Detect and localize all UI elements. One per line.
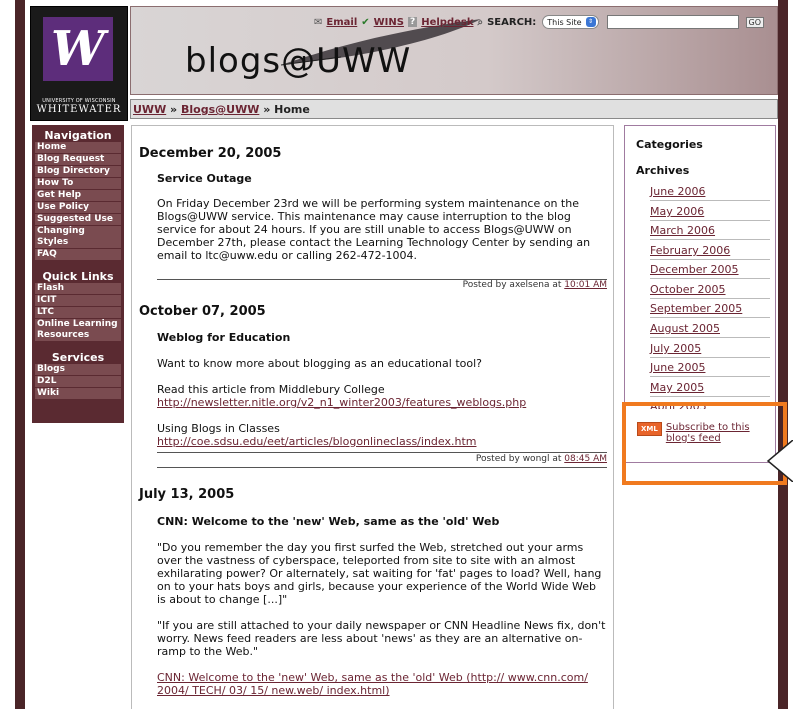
archive-link[interactable]: June 2006 [650, 185, 770, 201]
search-scope-value: This Site [547, 17, 582, 27]
site-header: blogs@UWW ✉ Email ✔ WINS ? Helpdesk ⌕ SE… [130, 6, 778, 95]
archive-link[interactable]: June 2005 [650, 361, 770, 377]
article-link[interactable]: http://newsletter.nitle.org/v2_n1_winter… [157, 396, 526, 409]
nav-item-changing-styles[interactable]: Changing Styles [35, 226, 121, 248]
nav-item-online-learning-resources[interactable]: Online Learning Resources [35, 319, 121, 341]
nav-item-d2l[interactable]: D2L [35, 376, 121, 387]
post-divider [157, 452, 607, 453]
archive-link[interactable]: May 2005 [650, 381, 770, 397]
chevron-updown-icon: ⇕ [585, 17, 596, 27]
breadcrumb-sep: » [263, 103, 271, 116]
archive-link[interactable]: February 2006 [650, 244, 770, 260]
breadcrumb-sep: » [170, 103, 178, 116]
nav-item-ltc[interactable]: LTC [35, 307, 121, 318]
callout-arrow-icon [766, 440, 793, 482]
email-icon: ✉ [314, 16, 323, 28]
nav-heading-navigation: Navigation [44, 129, 112, 142]
nav-heading-quick-links: Quick Links [42, 270, 114, 283]
post-link: CNN: Welcome to the 'new' Web, same as t… [157, 671, 607, 697]
search-scope-select[interactable]: This Site ⇕ [542, 15, 599, 29]
wins-link[interactable]: WINS [374, 17, 404, 28]
post-link: http://coe.sdsu.edu/eet/articles/blogonl… [157, 435, 607, 448]
post-title: CNN: Welcome to the 'new' Web, same as t… [157, 515, 500, 528]
archive-link[interactable]: March 2006 [650, 224, 770, 240]
post-permalink[interactable]: 08:45 AM [564, 454, 607, 464]
archives-heading: Archives [636, 164, 690, 177]
nav-item-flash[interactable]: Flash [35, 283, 121, 294]
nav-item-blog-directory[interactable]: Blog Directory [35, 166, 121, 177]
nav-item-blog-request[interactable]: Blog Request [35, 154, 121, 165]
post-byline-text: Posted by wongl at [475, 454, 562, 464]
post-byline-text: Posted by axelsena at [462, 280, 562, 290]
categories-heading: Categories [636, 138, 703, 151]
archive-link[interactable]: December 2005 [650, 263, 770, 279]
post-date: December 20, 2005 [139, 146, 282, 161]
breadcrumb-current: Home [274, 103, 310, 116]
logo-whitewater: WHITEWATER [36, 104, 122, 115]
right-border-strip [778, 0, 788, 709]
nav-item-blogs[interactable]: Blogs [35, 364, 121, 375]
post-title: Weblog for Education [157, 331, 291, 344]
breadcrumb-uww[interactable]: UWW [133, 103, 166, 116]
nav-item-home[interactable]: Home [35, 142, 121, 153]
nav-item-suggested-use[interactable]: Suggested Use [35, 214, 121, 225]
brand-title[interactable]: blogs@UWW [185, 41, 411, 81]
highlight-callout-box [622, 402, 787, 485]
main-content: December 20, 2005 Service Outage On Frid… [131, 125, 614, 709]
search-icon: ⌕ [477, 16, 484, 28]
post-date: July 13, 2005 [139, 487, 235, 502]
post-body: Want to know more about blogging as an e… [157, 357, 482, 370]
page: W UNIVERSITY OF WISCONSIN WHITEWATER blo… [25, 0, 778, 709]
archive-link[interactable]: July 2005 [650, 342, 770, 358]
nav-item-use-policy[interactable]: Use Policy [35, 202, 121, 213]
post-body: "If you are still attached to your daily… [157, 619, 606, 658]
header-toolbar: ✉ Email ✔ WINS ? Helpdesk ⌕ SEARCH: This… [314, 15, 765, 29]
post-byline: Posted by wongl at 08:45 AM [476, 454, 607, 464]
breadcrumb: UWW » Blogs@UWW » Home [130, 99, 778, 119]
nav-item-get-help[interactable]: Get Help [35, 190, 121, 201]
nav-item-how-to[interactable]: How To [35, 178, 121, 189]
left-navigation: Navigation Home Blog Request Blog Direct… [32, 125, 124, 423]
nav-heading-services: Services [51, 351, 105, 364]
article-link[interactable]: CNN: Welcome to the 'new' Web, same as t… [157, 671, 588, 697]
helpdesk-link[interactable]: Helpdesk [421, 17, 473, 28]
post-permalink[interactable]: 10:01 AM [564, 280, 607, 290]
search-input[interactable] [606, 15, 739, 29]
archive-link[interactable]: August 2005 [650, 322, 770, 338]
post-date: October 07, 2005 [139, 304, 266, 319]
helpdesk-question-icon: ? [407, 17, 418, 27]
breadcrumb-blogs[interactable]: Blogs@UWW [181, 103, 259, 116]
uww-logo-mark: W [43, 17, 113, 81]
post-body: On Friday December 23rd we will be perfo… [157, 197, 591, 262]
uww-logo[interactable]: W UNIVERSITY OF WISCONSIN WHITEWATER [30, 6, 128, 121]
archive-link[interactable]: May 2006 [650, 205, 770, 221]
nav-item-faq[interactable]: FAQ [35, 249, 121, 260]
archive-link[interactable]: October 2005 [650, 283, 770, 299]
nav-item-wiki[interactable]: Wiki [35, 388, 121, 399]
post-link: http://newsletter.nitle.org/v2_n1_winter… [157, 396, 607, 409]
post-body: Read this article from Middlebury Colleg… [157, 383, 385, 396]
post-byline: Posted by axelsena at 10:01 AM [463, 280, 607, 290]
post-body: Using Blogs in Classes [157, 422, 280, 435]
article-link[interactable]: http://coe.sdsu.edu/eet/articles/blogonl… [157, 435, 476, 448]
search-label: SEARCH: [487, 16, 537, 28]
archive-link[interactable]: September 2005 [650, 302, 770, 318]
post-divider [157, 279, 607, 280]
wins-check-icon: ✔ [361, 16, 370, 28]
post-divider [157, 467, 607, 468]
go-button[interactable]: GO [745, 16, 765, 28]
email-link[interactable]: Email [326, 17, 357, 28]
nav-item-icit[interactable]: ICIT [35, 295, 121, 306]
post-body: "Do you remember the day you first surfe… [157, 541, 602, 606]
left-border-strip [15, 0, 25, 709]
post-title: Service Outage [157, 172, 252, 185]
logo-glyph: W [51, 21, 105, 77]
